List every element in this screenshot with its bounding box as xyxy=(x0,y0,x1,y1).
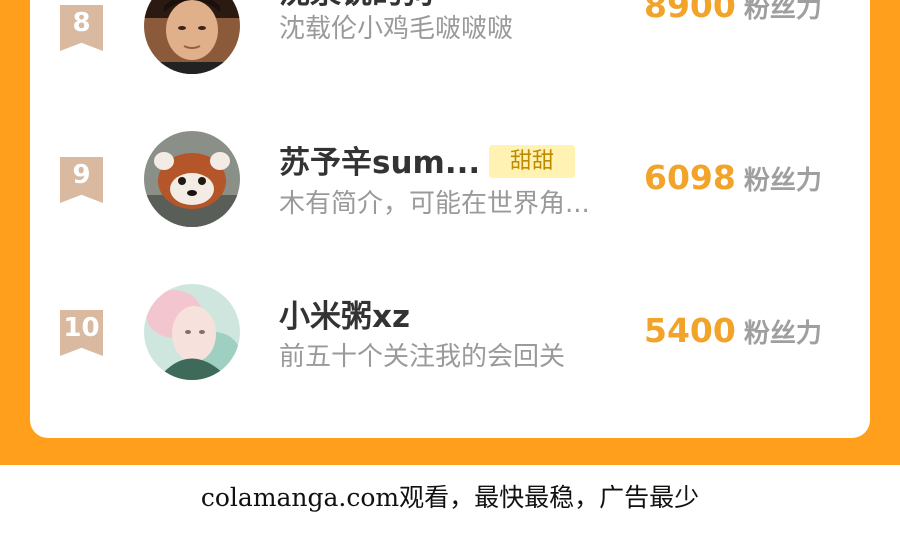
fans-label: 粉丝力 xyxy=(743,166,822,196)
avatar[interactable] xyxy=(144,284,240,380)
leaderboard-row[interactable]: 10 小米粥xz 前五十个关注我的会回关 5400 粉丝力 xyxy=(30,283,870,383)
leaderboard-row[interactable]: 8 沈泉锐的狗 沈载伦小鸡毛啵啵啵 8900粉丝力 xyxy=(30,0,870,75)
rank-badge: 9 xyxy=(60,157,103,203)
fans-number: 5400 xyxy=(644,311,736,350)
fans-power: 5400 粉丝力 xyxy=(644,311,822,350)
rank-badge: 8 xyxy=(60,5,103,51)
fans-label: 粉丝力 xyxy=(743,319,822,349)
fans-leaderboard-card: 8 沈泉锐的狗 沈载伦小鸡毛啵啵啵 8900粉丝力 9 xyxy=(30,0,870,438)
leaderboard-row[interactable]: 9 苏予辛sum... 甜甜 木有简介，可能在世界角... 6098 粉丝力 xyxy=(30,130,870,230)
illustrated-avatar-photo xyxy=(144,284,240,380)
user-bio: 前五十个关注我的会回关 xyxy=(279,342,566,372)
fans-number: 8900 xyxy=(644,0,736,25)
user-bio: 木有简介，可能在世界角... xyxy=(279,189,590,219)
fans-power: 8900 粉丝力 xyxy=(644,0,822,25)
user-avatar-photo xyxy=(144,0,240,74)
source-watermark-text: colamanga.com观看，最快最稳，广告最少 xyxy=(200,483,700,512)
fans-number: 6098 xyxy=(644,158,736,197)
fans-label: 粉丝力 xyxy=(743,0,822,24)
user-tag-badge: 甜甜 xyxy=(489,145,575,178)
fans-power: 6098 粉丝力 xyxy=(644,158,822,197)
red-panda-avatar-photo xyxy=(144,131,240,227)
rank-badge: 10 xyxy=(60,310,103,356)
user-name[interactable]: 苏予辛sum... xyxy=(279,137,480,182)
avatar[interactable] xyxy=(144,0,240,74)
avatar[interactable] xyxy=(144,131,240,227)
user-bio: 沈载伦小鸡毛啵啵啵 xyxy=(279,14,514,44)
user-name[interactable]: 小米粥xz xyxy=(279,291,410,336)
